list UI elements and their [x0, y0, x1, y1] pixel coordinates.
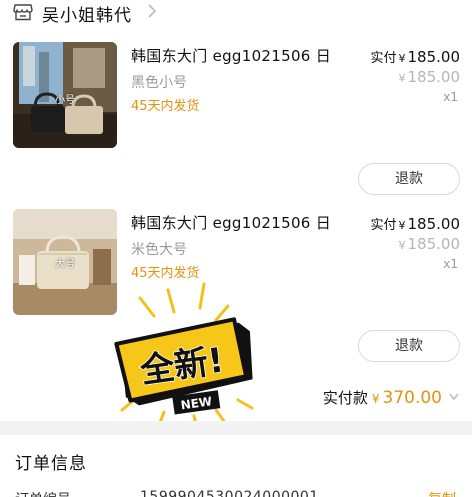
- new-sticker-graphic: 全新! NEW: [114, 282, 254, 434]
- paid-price: 实付 ¥185.00: [370, 214, 460, 233]
- original-amount: 185.00: [407, 235, 461, 253]
- copy-button[interactable]: 复制: [428, 489, 456, 497]
- currency-symbol: ¥: [398, 219, 406, 232]
- shipping-time: 45天内发货: [131, 266, 200, 281]
- currency-symbol: ¥: [398, 72, 406, 85]
- currency-symbol: ¥: [398, 52, 406, 65]
- paid-label: 实付: [370, 218, 397, 233]
- store-icon: [13, 4, 33, 21]
- shipping-time: 45天内发货: [131, 99, 200, 114]
- product-title[interactable]: 韩国东大门 egg1021506 日: [131, 212, 331, 233]
- quantity: x1: [443, 90, 458, 104]
- thumbnail-size-label: 小号: [55, 95, 75, 106]
- quantity: x1: [443, 257, 458, 271]
- product-variant: 黑色小号: [131, 75, 187, 91]
- product-title[interactable]: 韩国东大门 egg1021506 日: [131, 45, 331, 66]
- shop-name: 吴小姐韩代: [42, 6, 132, 26]
- product-thumbnail[interactable]: 大号: [13, 209, 117, 315]
- refund-button[interactable]: 退款: [358, 163, 460, 195]
- section-divider: [0, 421, 472, 435]
- shop-header[interactable]: 吴小姐韩代: [0, 0, 472, 28]
- paid-price: 实付 ¥185.00: [370, 47, 460, 66]
- original-price: ¥185.00: [399, 235, 461, 253]
- currency-symbol: ¥: [371, 392, 380, 406]
- original-amount: 185.00: [407, 68, 461, 86]
- total-label: 实付款: [322, 389, 368, 407]
- order-info-title: 订单信息: [15, 454, 87, 474]
- product-variant: 米色大号: [131, 242, 187, 258]
- total-amount: 370.00: [382, 388, 442, 408]
- currency-symbol: ¥: [398, 239, 406, 252]
- paid-label: 实付: [370, 51, 397, 66]
- product-thumbnail[interactable]: 小号: [13, 42, 117, 148]
- order-number-value: 1599904530024000001: [140, 489, 319, 497]
- order-number-label: 订单编号: [15, 489, 71, 497]
- chevron-right-icon: [148, 4, 157, 18]
- refund-button[interactable]: 退款: [358, 330, 460, 362]
- order-item[interactable]: 小号 韩国东大门 egg1021506 日 黑色小号 45天内发货 实付 ¥185…: [0, 42, 472, 212]
- paid-amount: 185.00: [407, 48, 461, 66]
- original-price: ¥185.00: [399, 68, 461, 86]
- paid-amount: 185.00: [407, 215, 461, 233]
- thumbnail-size-label: 大号: [55, 259, 75, 270]
- new-sticker: 全新! NEW: [104, 280, 274, 440]
- chevron-down-icon[interactable]: [449, 390, 459, 404]
- order-total: 实付款 ¥370.00: [323, 387, 442, 408]
